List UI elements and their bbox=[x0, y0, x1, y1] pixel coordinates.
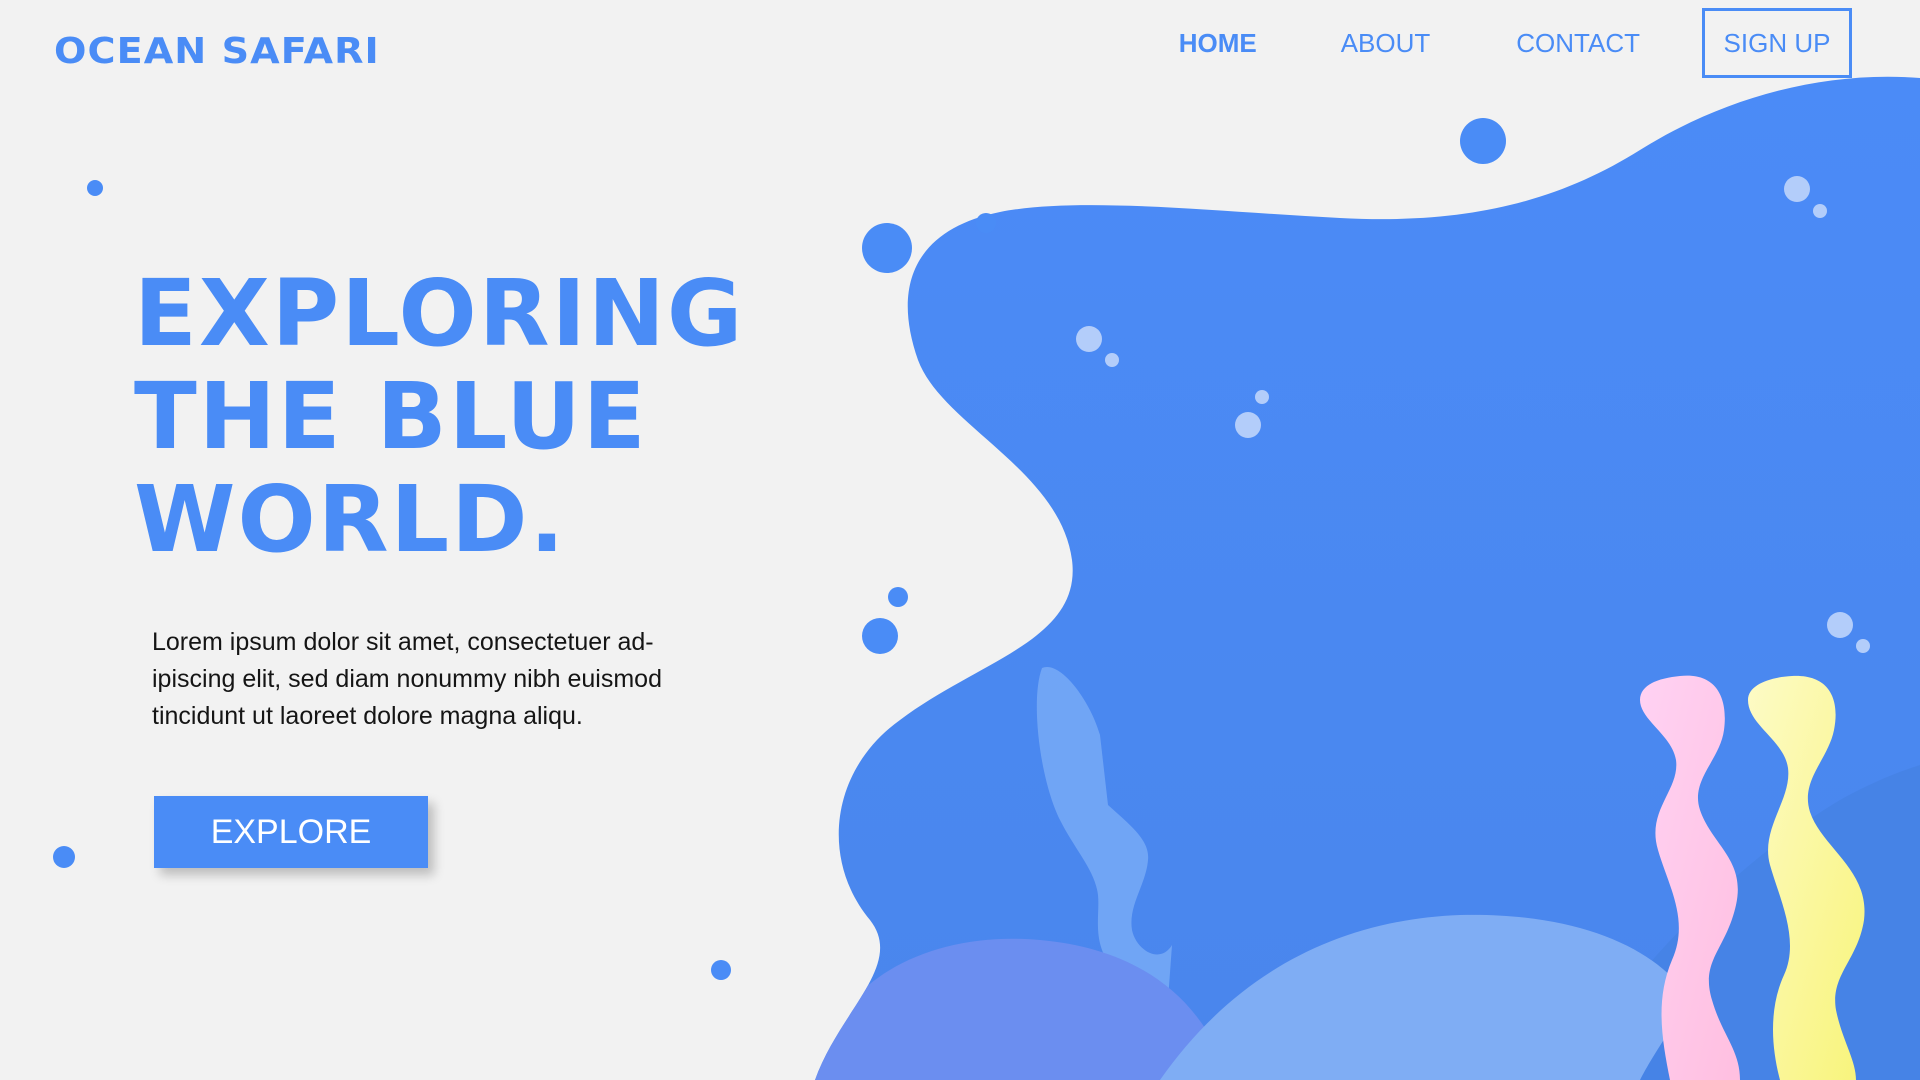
landing-page: OCEAN SAFARI HOME ABOUT CONTACT SIGN UP … bbox=[0, 0, 1920, 1080]
hero-title: EXPLORING THE BLUE WORLD. bbox=[134, 262, 744, 571]
explore-button[interactable]: EXPLORE bbox=[154, 796, 428, 868]
hero-description: Lorem ipsum dolor sit amet, consectetuer… bbox=[152, 628, 662, 730]
hero-title-line-1: EXPLORING bbox=[134, 260, 745, 367]
brand-logo[interactable]: OCEAN SAFARI bbox=[54, 34, 380, 70]
hero-title-line-3: WORLD. bbox=[134, 466, 567, 573]
main-nav: HOME ABOUT CONTACT SIGN UP bbox=[1179, 8, 1852, 78]
hero-title-line-2: THE BLUE bbox=[134, 363, 648, 470]
nav-contact[interactable]: CONTACT bbox=[1516, 30, 1640, 56]
nav-about[interactable]: ABOUT bbox=[1341, 30, 1431, 56]
nav-home[interactable]: HOME bbox=[1179, 30, 1257, 56]
signup-button[interactable]: SIGN UP bbox=[1702, 8, 1852, 78]
